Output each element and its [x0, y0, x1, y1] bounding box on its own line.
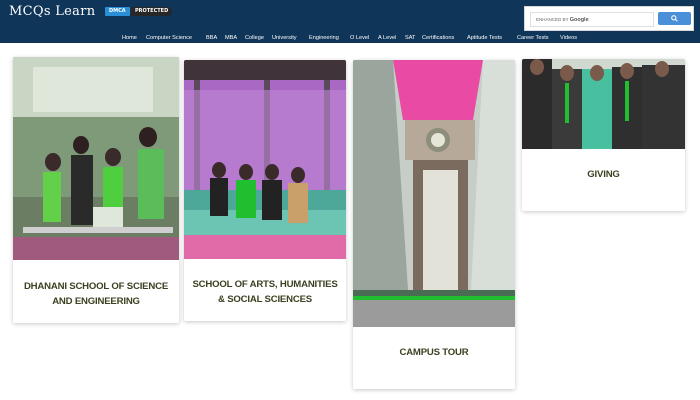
nav-computer-science[interactable]: Computer Science: [146, 33, 192, 43]
nav-mba[interactable]: MBA: [225, 33, 237, 43]
card-title[interactable]: DHANANI SCHOOL OF SCIENCE AND ENGINEERIN…: [21, 279, 171, 309]
search-button[interactable]: [658, 12, 691, 25]
nav-sat[interactable]: SAT: [405, 33, 415, 43]
card-dhanani-school[interactable]: DHANANI SCHOOL OF SCIENCE AND ENGINEERIN…: [13, 57, 179, 323]
card-giving[interactable]: GIVING: [522, 59, 685, 211]
card-title[interactable]: CAMPUS TOUR: [361, 345, 507, 360]
card-image-campus: [353, 60, 515, 327]
nav-home[interactable]: Home: [122, 33, 137, 43]
dmca-badge[interactable]: DMCA: [105, 7, 130, 16]
site-logo[interactable]: MCQs Learn: [9, 4, 95, 19]
card-title[interactable]: SCHOOL OF ARTS, HUMANITIES & SOCIAL SCIE…: [192, 277, 338, 307]
main-nav: Home Computer Science BBA MBA College Un…: [0, 33, 700, 43]
card-arts-humanities[interactable]: SCHOOL OF ARTS, HUMANITIES & SOCIAL SCIE…: [184, 60, 346, 321]
nav-aptitude-tests[interactable]: Aptitude Tests: [467, 33, 502, 43]
search-input[interactable]: ENHANCED BY Google: [530, 12, 654, 27]
protected-badge[interactable]: PROTECTED: [131, 7, 173, 16]
card-image-students: [184, 60, 346, 259]
nav-o-level[interactable]: O Level: [350, 33, 369, 43]
nav-a-level[interactable]: A Level: [378, 33, 396, 43]
card-image-group: [522, 59, 685, 149]
nav-career-tests[interactable]: Career Tests: [517, 33, 549, 43]
card-title[interactable]: GIVING: [530, 167, 677, 182]
search-icon: [671, 15, 678, 22]
card-campus-tour[interactable]: CAMPUS TOUR: [353, 60, 515, 389]
nav-bba[interactable]: BBA: [206, 33, 217, 43]
site-header: MCQs Learn DMCA PROTECTED ENHANCED BY Go…: [0, 0, 700, 43]
nav-engineering[interactable]: Engineering: [309, 33, 339, 43]
nav-videos[interactable]: Videos: [560, 33, 577, 43]
nav-certifications[interactable]: Certifications: [422, 33, 454, 43]
search-widget: ENHANCED BY Google: [524, 6, 694, 31]
nav-college[interactable]: College: [245, 33, 264, 43]
search-brand: Google: [569, 17, 589, 23]
search-prefix: ENHANCED BY: [536, 17, 569, 22]
nav-university[interactable]: University: [272, 33, 297, 43]
card-image-lab: [13, 57, 179, 260]
